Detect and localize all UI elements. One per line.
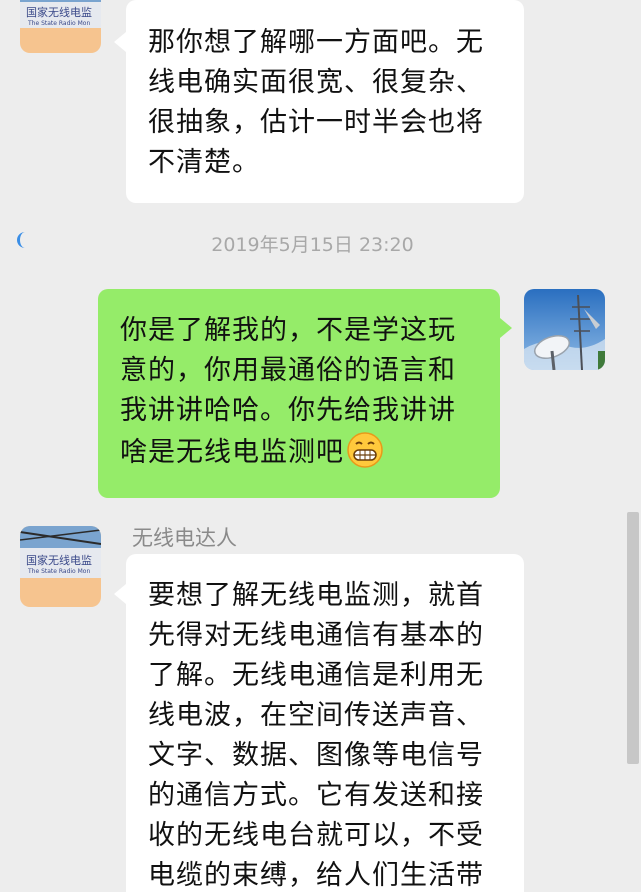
bubble-tail <box>114 584 126 604</box>
message-bubble-incoming[interactable]: 要想了解无线电监测，就首先得对无线电通信有基本的了解。无线电通信是利用无线电波，… <box>126 554 524 892</box>
avatar-sign-subtext: The State Radio Mon <box>27 568 90 575</box>
message-text: 那你想了解哪一方面吧。无线电确实面很宽、很复杂、很抽象，估计一时半会也将不清楚。 <box>148 27 484 178</box>
contact-avatar-image: 国家无线电监 The State Radio Mon <box>20 0 101 53</box>
my-avatar-image <box>524 289 605 370</box>
my-avatar[interactable] <box>524 289 605 370</box>
grimacing-face-icon <box>346 431 384 469</box>
message-bubble-incoming[interactable]: 那你想了解哪一方面吧。无线电确实面很宽、很复杂、很抽象，估计一时半会也将不清楚。 <box>126 0 524 203</box>
contact-avatar-image: 国家无线电监 The State Radio Mon <box>20 526 101 607</box>
message-bubble-outgoing[interactable]: 你是了解我的，不是学这玩意的，你用最通俗的语言和我讲讲哈哈。你先给我讲讲啥是无线… <box>98 289 500 498</box>
chat-window: 国家无线电监 The State Radio Mon 那你想了解哪一方面吧。无线… <box>0 0 641 892</box>
avatar-sign-text: 国家无线电监 <box>26 5 92 19</box>
contact-avatar[interactable]: 国家无线电监 The State Radio Mon <box>20 526 101 607</box>
message-text: 你是了解我的，不是学这玩意的，你用最通俗的语言和我讲讲哈哈。你先给我讲讲啥是无线… <box>120 315 456 468</box>
message-text: 要想了解无线电监测，就首先得对无线电通信有基本的了解。无线电通信是利用无线电波，… <box>148 580 484 891</box>
avatar-sign-text: 国家无线电监 <box>26 553 92 567</box>
message-timestamp: 2019年5月15日 23:20 <box>211 234 414 256</box>
scrollbar-thumb[interactable] <box>627 512 639 764</box>
avatar-sign-subtext: The State Radio Mon <box>27 20 90 27</box>
sender-name: 无线电达人 <box>132 526 237 550</box>
bubble-tail <box>114 32 126 52</box>
bubble-tail <box>500 318 512 338</box>
contact-avatar[interactable]: 国家无线电监 The State Radio Mon <box>20 0 101 53</box>
